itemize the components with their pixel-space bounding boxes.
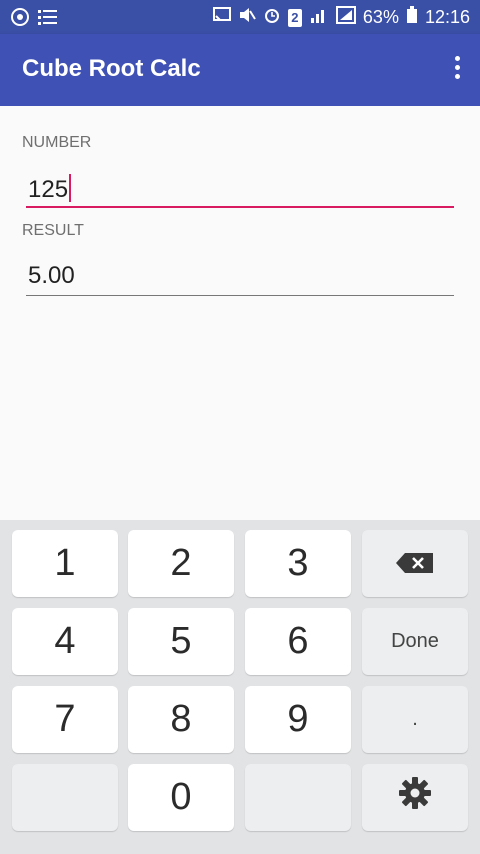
result-label: RESULT [22, 222, 84, 239]
key-7[interactable]: 7 [12, 686, 118, 753]
backspace-icon [395, 542, 435, 585]
key-6[interactable]: 6 [245, 608, 351, 675]
key-0[interactable]: 0 [128, 764, 234, 831]
decimal-key[interactable]: . [362, 686, 468, 753]
alarm-icon [263, 6, 281, 29]
number-value: 125 [28, 176, 69, 203]
clock-time: 12:16 [424, 7, 470, 27]
result-field-underline [26, 295, 454, 296]
gear-icon [397, 775, 433, 821]
app-bar: Cube Root Calc [0, 34, 480, 106]
number-input[interactable]: 125 [26, 168, 454, 208]
text-cursor [69, 174, 72, 202]
key-8[interactable]: 8 [128, 686, 234, 753]
sim-2-icon: 2 [287, 8, 302, 27]
key-1[interactable]: 1 [12, 530, 118, 597]
key-4[interactable]: 4 [12, 608, 118, 675]
number-label: NUMBER [22, 134, 92, 151]
blank-key-right [245, 764, 351, 831]
status-bar: 2 63% 12:16 [0, 0, 480, 34]
list-icon [38, 8, 58, 31]
cast-icon [212, 7, 231, 28]
numeric-keyboard: 1 2 3 4 5 6 Done 7 8 9 . 0 [0, 520, 480, 854]
number-input-underline [26, 206, 454, 208]
key-3[interactable]: 3 [245, 530, 351, 597]
result-value: 5.00 [28, 262, 75, 289]
keyboard-settings-key[interactable] [362, 764, 468, 831]
overflow-menu-icon[interactable] [452, 56, 462, 86]
mute-icon [238, 6, 256, 29]
blank-key-left [12, 764, 118, 831]
app-title: Cube Root Calc [22, 55, 201, 82]
battery-icon [406, 6, 418, 29]
signal-icon [309, 7, 329, 28]
done-key[interactable]: Done [362, 608, 468, 675]
backspace-key[interactable] [362, 530, 468, 597]
key-9[interactable]: 9 [245, 686, 351, 753]
key-2[interactable]: 2 [128, 530, 234, 597]
key-5[interactable]: 5 [128, 608, 234, 675]
main-content: NUMBER 125 RESULT 5.00 [0, 106, 480, 520]
battery-percent: 63% [362, 7, 399, 27]
result-field[interactable]: 5.00 [26, 256, 454, 296]
signal-box-icon [335, 6, 356, 29]
aperture-icon [10, 7, 30, 32]
